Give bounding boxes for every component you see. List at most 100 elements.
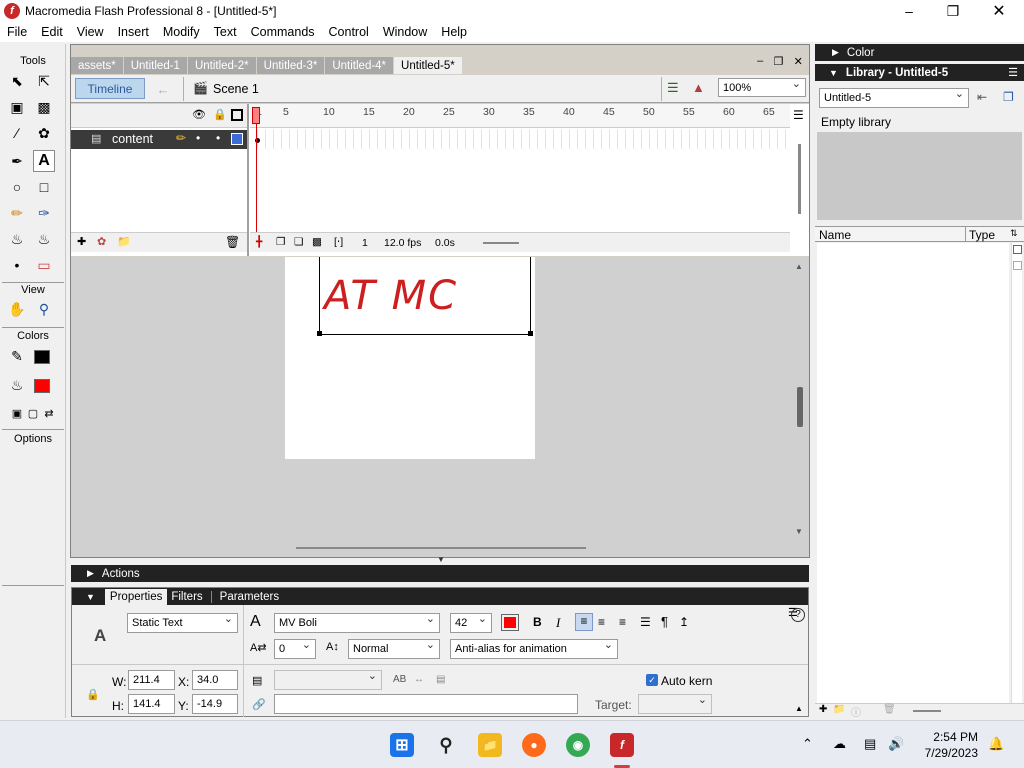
- menu-text[interactable]: Text: [207, 25, 244, 39]
- panel-collapse-icon[interactable]: ▼: [437, 555, 445, 564]
- paragraph-button[interactable]: ¶: [661, 614, 668, 629]
- maximize-button[interactable]: ❐: [930, 0, 976, 22]
- handle-bl[interactable]: [317, 331, 322, 336]
- edit-symbols-icon[interactable]: ▲: [692, 80, 705, 95]
- network-off-icon[interactable]: ☁: [833, 736, 846, 752]
- line-tool-icon[interactable]: ∕: [6, 122, 28, 144]
- lock-icon[interactable]: 🔒: [213, 108, 227, 121]
- tab-properties[interactable]: Properties: [104, 588, 168, 605]
- display-icon[interactable]: ▤: [864, 736, 876, 752]
- pen-tool-icon[interactable]: ✒: [6, 150, 28, 172]
- antialias-select[interactable]: Anti-alias for animation: [450, 638, 618, 659]
- chrome-icon[interactable]: ◉: [566, 733, 590, 757]
- bold-button[interactable]: B: [533, 615, 542, 629]
- frames-row[interactable]: [250, 130, 790, 149]
- font-select[interactable]: MV Boli: [274, 612, 440, 633]
- y-input[interactable]: -14.9: [192, 694, 238, 714]
- close-button[interactable]: ✕: [976, 0, 1022, 22]
- tab-parameters[interactable]: Parameters: [210, 590, 279, 603]
- library-scrollbar[interactable]: [1011, 243, 1022, 703]
- baseline-select[interactable]: Normal: [348, 638, 440, 659]
- swap-colors-icon[interactable]: ⇄: [38, 402, 60, 424]
- windows-start-icon[interactable]: ⊞: [390, 733, 414, 757]
- timeline-scrollbar[interactable]: [798, 144, 801, 214]
- library-panel-header[interactable]: ▼ Library - Untitled-5 ☰: [815, 64, 1024, 81]
- back-arrow-icon[interactable]: ←: [151, 80, 175, 98]
- pencil-tool-icon[interactable]: ✏: [6, 202, 28, 224]
- edit-scene-icon[interactable]: ☰: [667, 80, 679, 96]
- chevron-up-icon[interactable]: ⌃: [802, 736, 813, 752]
- menu-insert[interactable]: Insert: [111, 25, 156, 39]
- doc-minimize-icon[interactable]: –: [757, 55, 763, 69]
- new-library-panel-icon[interactable]: ❐: [1003, 90, 1014, 104]
- stage-h-scrollbar[interactable]: [296, 547, 586, 549]
- outline-icon[interactable]: [231, 109, 243, 121]
- col-type[interactable]: Type: [969, 228, 995, 242]
- rectangle-tool-icon[interactable]: □: [33, 176, 55, 198]
- clock-date[interactable]: 7/29/2023: [918, 746, 978, 760]
- volume-icon[interactable]: 🔊: [888, 736, 904, 752]
- fill-color-swatch[interactable]: [34, 379, 50, 393]
- delete-layer-icon[interactable]: 🗑: [225, 235, 240, 249]
- lasso-tool-icon[interactable]: ✿: [33, 122, 55, 144]
- playhead[interactable]: [252, 107, 260, 124]
- collapse-arrow-icon[interactable]: ▼: [86, 592, 95, 602]
- minimize-button[interactable]: –: [886, 0, 932, 22]
- ink-bottle-tool-icon[interactable]: ♨: [6, 228, 28, 250]
- flash-taskbar-icon[interactable]: f: [610, 733, 634, 757]
- file-explorer-icon[interactable]: 📁: [478, 733, 502, 757]
- new-folder-icon[interactable]: 📁: [833, 704, 845, 715]
- italic-button[interactable]: I: [556, 615, 560, 631]
- x-input[interactable]: 34.0: [192, 670, 238, 690]
- auto-kern-checkbox[interactable]: ✓: [646, 674, 658, 686]
- search-icon[interactable]: ⚲: [434, 733, 458, 757]
- stage-text[interactable]: AT MC: [324, 273, 458, 319]
- layer-row-content[interactable]: ▤ content ✏ • •: [71, 130, 247, 149]
- width-input[interactable]: 211.4: [128, 670, 175, 690]
- menu-file[interactable]: File: [0, 25, 34, 39]
- font-size-input[interactable]: 42: [450, 612, 492, 633]
- letter-spacing-input[interactable]: 0: [274, 638, 316, 659]
- insert-layer-icon[interactable]: ✚: [77, 235, 86, 248]
- props-expand-icon[interactable]: ▲: [795, 704, 803, 713]
- library-document-select[interactable]: Untitled-5: [819, 87, 969, 108]
- firefox-icon[interactable]: ●: [522, 733, 546, 757]
- timeline-h-scroll[interactable]: [483, 242, 519, 244]
- brush-tool-icon[interactable]: ✑: [33, 202, 55, 224]
- center-frame-icon[interactable]: ╋: [256, 236, 262, 248]
- url-link-input[interactable]: [274, 694, 578, 714]
- border-icon[interactable]: ▤: [436, 674, 445, 685]
- doc-close-icon[interactable]: ✕: [794, 55, 803, 69]
- menu-edit[interactable]: Edit: [34, 25, 70, 39]
- text-type-select[interactable]: Static Text: [127, 612, 238, 633]
- free-transform-tool-icon[interactable]: ▣: [6, 96, 28, 118]
- tab-filters[interactable]: Filters: [171, 591, 202, 603]
- zoom-tool-icon[interactable]: ⚲: [33, 298, 55, 320]
- menu-commands[interactable]: Commands: [244, 25, 322, 39]
- selectable-icon[interactable]: AB: [393, 674, 406, 685]
- text-color-swatch[interactable]: [501, 614, 519, 631]
- menu-help[interactable]: Help: [434, 25, 474, 39]
- text-tool-icon[interactable]: A: [33, 150, 55, 172]
- eyedropper-tool-icon[interactable]: •: [6, 254, 28, 276]
- stage-v-scrollbar[interactable]: [797, 387, 803, 427]
- stroke-color-swatch[interactable]: [34, 350, 50, 364]
- help-button[interactable]: ?: [791, 608, 805, 622]
- color-panel-header[interactable]: ▶ Color: [815, 44, 1024, 61]
- zoom-select[interactable]: 100%: [718, 77, 806, 97]
- menu-modify[interactable]: Modify: [156, 25, 207, 39]
- align-center-button[interactable]: ≡: [598, 615, 605, 629]
- text-direction-button[interactable]: ↥: [679, 615, 689, 629]
- hand-tool-icon[interactable]: ✋: [6, 298, 28, 320]
- arrow-tool-icon[interactable]: ⬉: [6, 70, 28, 92]
- frame-ruler[interactable]: 1 5 10 15 20 25 30 35 40 45 50 55 60 65: [250, 104, 790, 128]
- add-motion-guide-icon[interactable]: ✿: [97, 235, 106, 248]
- onion-skin-icon[interactable]: ❐: [276, 236, 285, 248]
- actions-panel-bar[interactable]: ▶ Actions: [71, 565, 809, 582]
- delete-item-icon[interactable]: 🗑: [883, 704, 896, 715]
- justify-button[interactable]: ☰: [640, 615, 651, 629]
- align-right-button[interactable]: ≡: [619, 615, 626, 629]
- library-list[interactable]: [817, 243, 1009, 703]
- onion-outline-icon[interactable]: ❏: [294, 236, 303, 248]
- timeline-menu-icon[interactable]: ☰: [793, 108, 804, 122]
